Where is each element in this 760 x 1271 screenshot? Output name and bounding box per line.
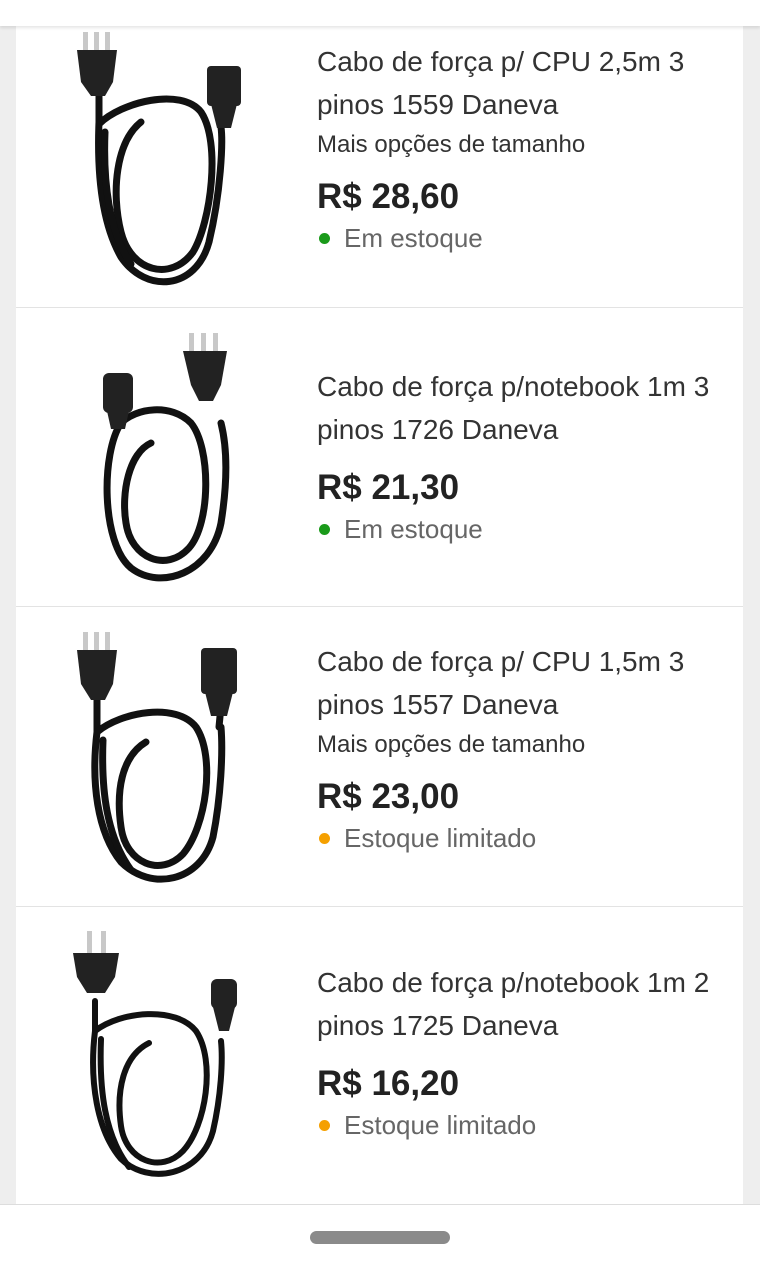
product-title[interactable]: Cabo de força p/ CPU 1,5m 3 pinos 1557 D… xyxy=(317,640,725,726)
product-title[interactable]: Cabo de força p/ CPU 2,5m 3 pinos 1559 D… xyxy=(317,40,725,126)
power-cable-2-pin-notebook-icon[interactable] xyxy=(61,931,261,1191)
more-size-options-text: Mais opções de tamanho xyxy=(317,731,586,758)
product-item[interactable]: Cabo de força p/notebook 1m 2 pinos 1725… xyxy=(16,907,743,1204)
product-price: R$ 21,30 xyxy=(317,468,460,507)
system-navigation-bar xyxy=(0,1204,760,1271)
in-stock-dot-icon xyxy=(319,523,330,535)
stock-status: Estoque limitado xyxy=(317,1109,725,1141)
stock-status: Em estoque xyxy=(317,513,725,545)
product-price: R$ 28,60 xyxy=(317,177,460,216)
in-stock-dot-icon xyxy=(319,232,330,244)
stock-status-label: Em estoque xyxy=(344,223,483,253)
power-cable-3-pin-cpu-icon[interactable] xyxy=(61,32,261,292)
stock-status: Em estoque xyxy=(317,222,725,254)
product-title[interactable]: Cabo de força p/notebook 1m 2 pinos 1725… xyxy=(317,961,725,1047)
product-item[interactable]: Cabo de força p/notebook 1m 3 pinos 1726… xyxy=(16,308,743,607)
power-cable-3-pin-notebook-icon[interactable] xyxy=(61,333,261,593)
product-item[interactable]: Cabo de força p/ CPU 1,5m 3 pinos 1557 D… xyxy=(16,607,743,907)
product-item[interactable]: Cabo de força p/ CPU 2,5m 3 pinos 1559 D… xyxy=(16,26,743,308)
power-cable-3-pin-cpu-icon[interactable] xyxy=(61,632,261,892)
top-app-bar xyxy=(0,0,760,26)
more-size-options-text: Mais opções de tamanho xyxy=(317,131,586,158)
limited-stock-dot-icon xyxy=(319,1119,330,1131)
product-price: R$ 16,20 xyxy=(317,1064,460,1103)
stock-status-label: Estoque limitado xyxy=(344,1110,537,1140)
stock-status-label: Estoque limitado xyxy=(344,823,537,853)
stock-status-label: Em estoque xyxy=(344,514,483,544)
product-list: Cabo de força p/ CPU 2,5m 3 pinos 1559 D… xyxy=(16,26,743,1204)
gesture-handle[interactable] xyxy=(310,1231,450,1244)
product-title[interactable]: Cabo de força p/notebook 1m 3 pinos 1726… xyxy=(317,365,725,451)
product-price: R$ 23,00 xyxy=(317,777,460,816)
stock-status: Estoque limitado xyxy=(317,822,725,854)
limited-stock-dot-icon xyxy=(319,832,330,844)
